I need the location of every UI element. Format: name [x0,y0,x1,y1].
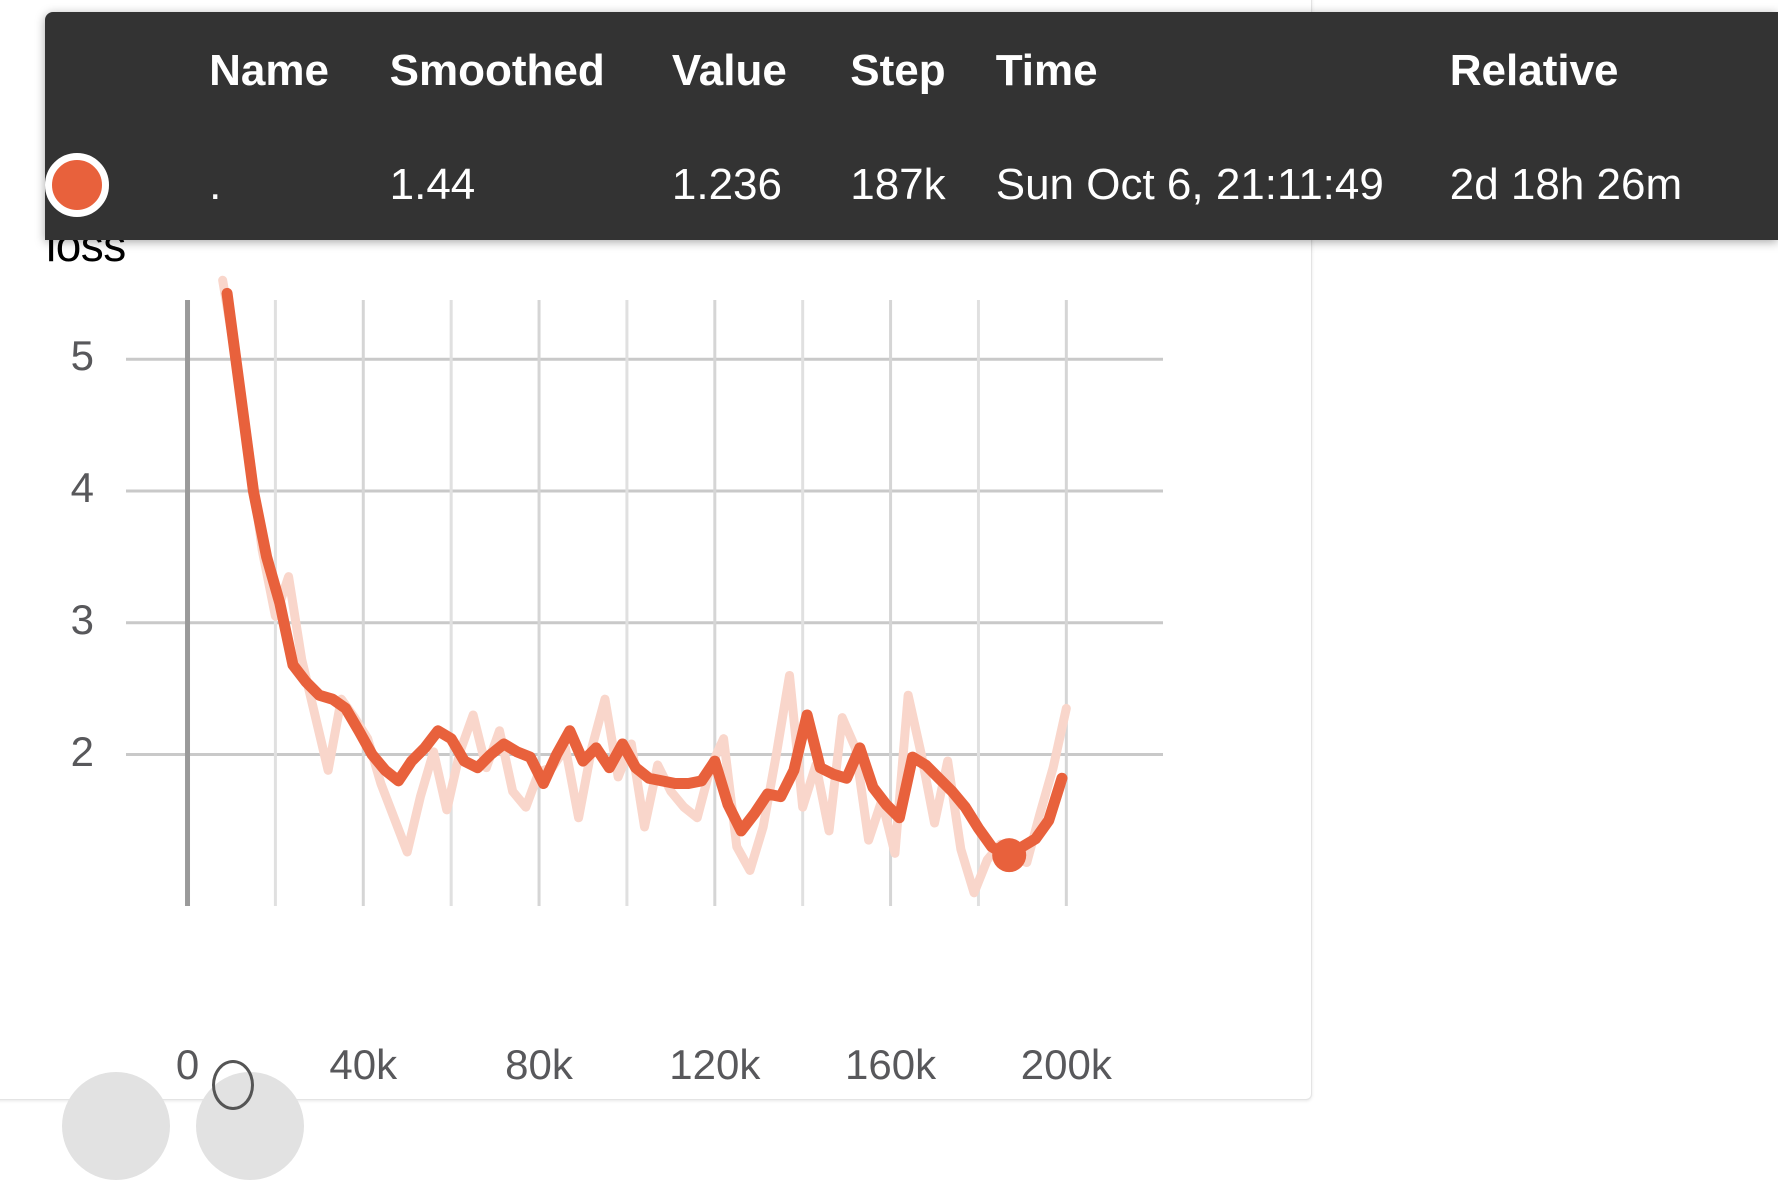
chart-hover-tooltip: Name Smoothed Value Step Time Relative .… [45,12,1778,240]
tooltip-col-relative: Relative [1449,46,1619,95]
y-axis-tick-label: 4 [70,464,94,512]
tooltip-data-row: . 1.44 1.236 187k Sun Oct 6, 21:11:49 2d… [45,130,1778,240]
tooltip-value-smoothed: 1.44 [389,160,476,209]
tooltip-value-value: 1.236 [671,160,782,209]
tooltip-col-time: Time [995,46,1098,95]
x-axis-tick-label: 200k [1020,1041,1112,1088]
tooltip-value-relative: 2d 18h 26m [1449,160,1683,209]
tooltip-value-time: Sun Oct 6, 21:11:49 [995,160,1384,209]
tooltip-col-value: Value [671,46,787,95]
tooltip-col-step: Step [850,46,946,95]
tooltip-value-step: 187k [850,160,946,209]
tooltip-value-name: . [209,160,222,209]
x-axis-tick-label: 40k [329,1041,398,1088]
series-color-swatch [45,153,109,217]
circle-icon [212,1060,254,1110]
y-axis-tick-label: 3 [70,595,94,643]
tooltip-table: Name Smoothed Value Step Time Relative .… [45,12,1778,240]
chart-action-button-left[interactable] [62,1072,170,1180]
y-axis-tick-label: 2 [70,727,94,775]
tooltip-swatch-cell [45,130,209,240]
x-axis-tick-label: 160k [845,1041,937,1088]
tooltip-col-swatch [45,12,209,130]
tooltip-col-name: Name [209,46,329,95]
x-axis-tick-label: 120k [669,1041,761,1088]
y-axis-tick-label: 5 [70,332,94,380]
x-axis-tick-label: 80k [505,1041,573,1088]
tooltip-header-row: Name Smoothed Value Step Time Relative [45,12,1778,130]
tooltip-col-smoothed: Smoothed [389,46,605,95]
